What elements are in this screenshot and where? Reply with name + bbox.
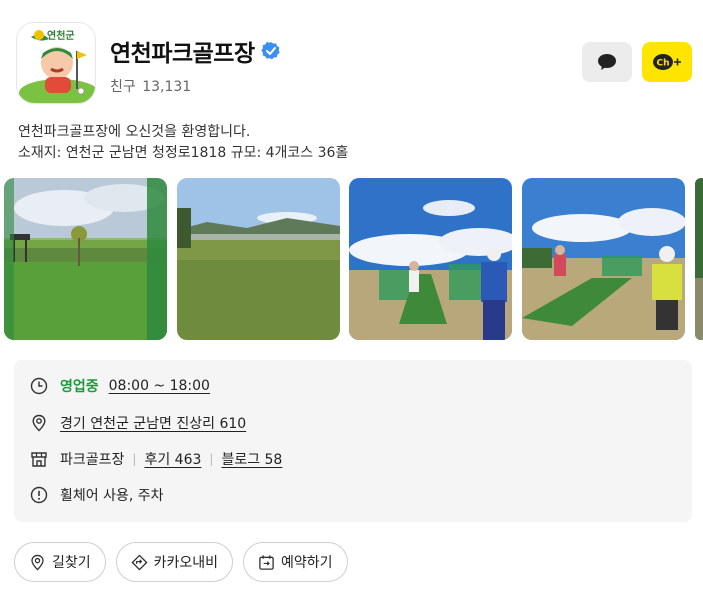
blogs-link[interactable]: 블로그 58 [221,449,282,469]
golfers-photo-image [522,178,685,340]
separator: | [209,452,214,466]
amenities-row: 휠체어 사용, 주차 [30,483,164,507]
address-row: 경기 연천군 군남면 진상리 610 [30,411,246,435]
friends-count-line: 친구 13,131 [110,76,281,96]
location-pin-icon [32,414,46,432]
info-panel: 영업중 08:00 ~ 18:00 경기 연천군 군남면 진상리 610 파크골… [14,360,692,522]
course-photo-image [4,178,167,340]
verified-badge-icon [260,42,280,60]
reviews-link[interactable]: 후기 463 [144,449,201,469]
friends-count: 13,131 [142,79,192,95]
gallery-photo-5-partial[interactable] [695,178,703,340]
directions-label: 길찾기 [52,555,91,571]
kakaonavi-button[interactable]: 카카오내비 [115,542,234,582]
riverside-photo-image [177,178,340,340]
intro-line-1: 연천파크골프장에 오신것을 환영합니다. [18,124,251,140]
svg-text:Ch: Ch [657,59,670,69]
navigation-icon [131,554,147,570]
info-circle-icon [30,486,48,504]
reserve-label: 예약하기 [281,555,333,571]
clock-icon [30,377,48,395]
logo-brand-text: 연천군 [47,31,75,42]
profile-name: 연천파크골프장 [110,41,255,67]
store-icon [31,452,47,467]
separator: | [132,452,137,466]
gallery-photo-4[interactable] [522,178,685,340]
profile-header: 연천군 연천파크골프장 친구 13,131 Ch [16,20,696,104]
amenities-text: 휠체어 사용, 주차 [60,488,164,504]
golfer-practice-photo-image [349,178,512,340]
channel-add-button[interactable]: Ch [642,42,692,82]
kakaonavi-label: 카카오내비 [153,555,219,571]
action-buttons: 길찾기 카카오내비 예약하기 [14,542,348,582]
category-text: 파크골프장 [60,452,125,468]
intro-line-2: 소재지: 연천군 군남면 청정로1818 규모: 4개코스 36홀 [18,145,349,161]
chat-bubble-icon [598,54,616,70]
location-pin-icon [31,554,44,570]
profile-logo[interactable]: 연천군 [16,22,96,104]
profile-title-block: 연천파크골프장 친구 13,131 [110,34,281,96]
partial-photo-image [695,178,703,340]
reserve-button[interactable]: 예약하기 [243,542,348,582]
hours-row: 영업중 08:00 ~ 18:00 [30,374,210,398]
calendar-icon [259,554,274,570]
channel-plus-icon: Ch [653,54,681,70]
directions-button[interactable]: 길찾기 [14,542,106,582]
address-link[interactable]: 경기 연천군 군남면 진상리 610 [60,413,246,433]
open-status: 영업중 [60,379,99,395]
profile-title: 연천파크골프장 [110,34,281,68]
gallery-photo-2[interactable] [177,178,340,340]
photo-gallery [4,178,703,340]
friends-label: 친구 [110,79,136,95]
chat-button[interactable] [582,42,632,82]
category-row: 파크골프장 | 후기 463 | 블로그 58 [30,447,282,471]
gallery-photo-3[interactable] [349,178,512,340]
hours-link[interactable]: 08:00 ~ 18:00 [109,378,210,394]
intro-text: 연천파크골프장에 오신것을 환영합니다. 소재지: 연천군 군남면 청정로181… [18,122,348,164]
gallery-photo-1[interactable] [4,178,167,340]
